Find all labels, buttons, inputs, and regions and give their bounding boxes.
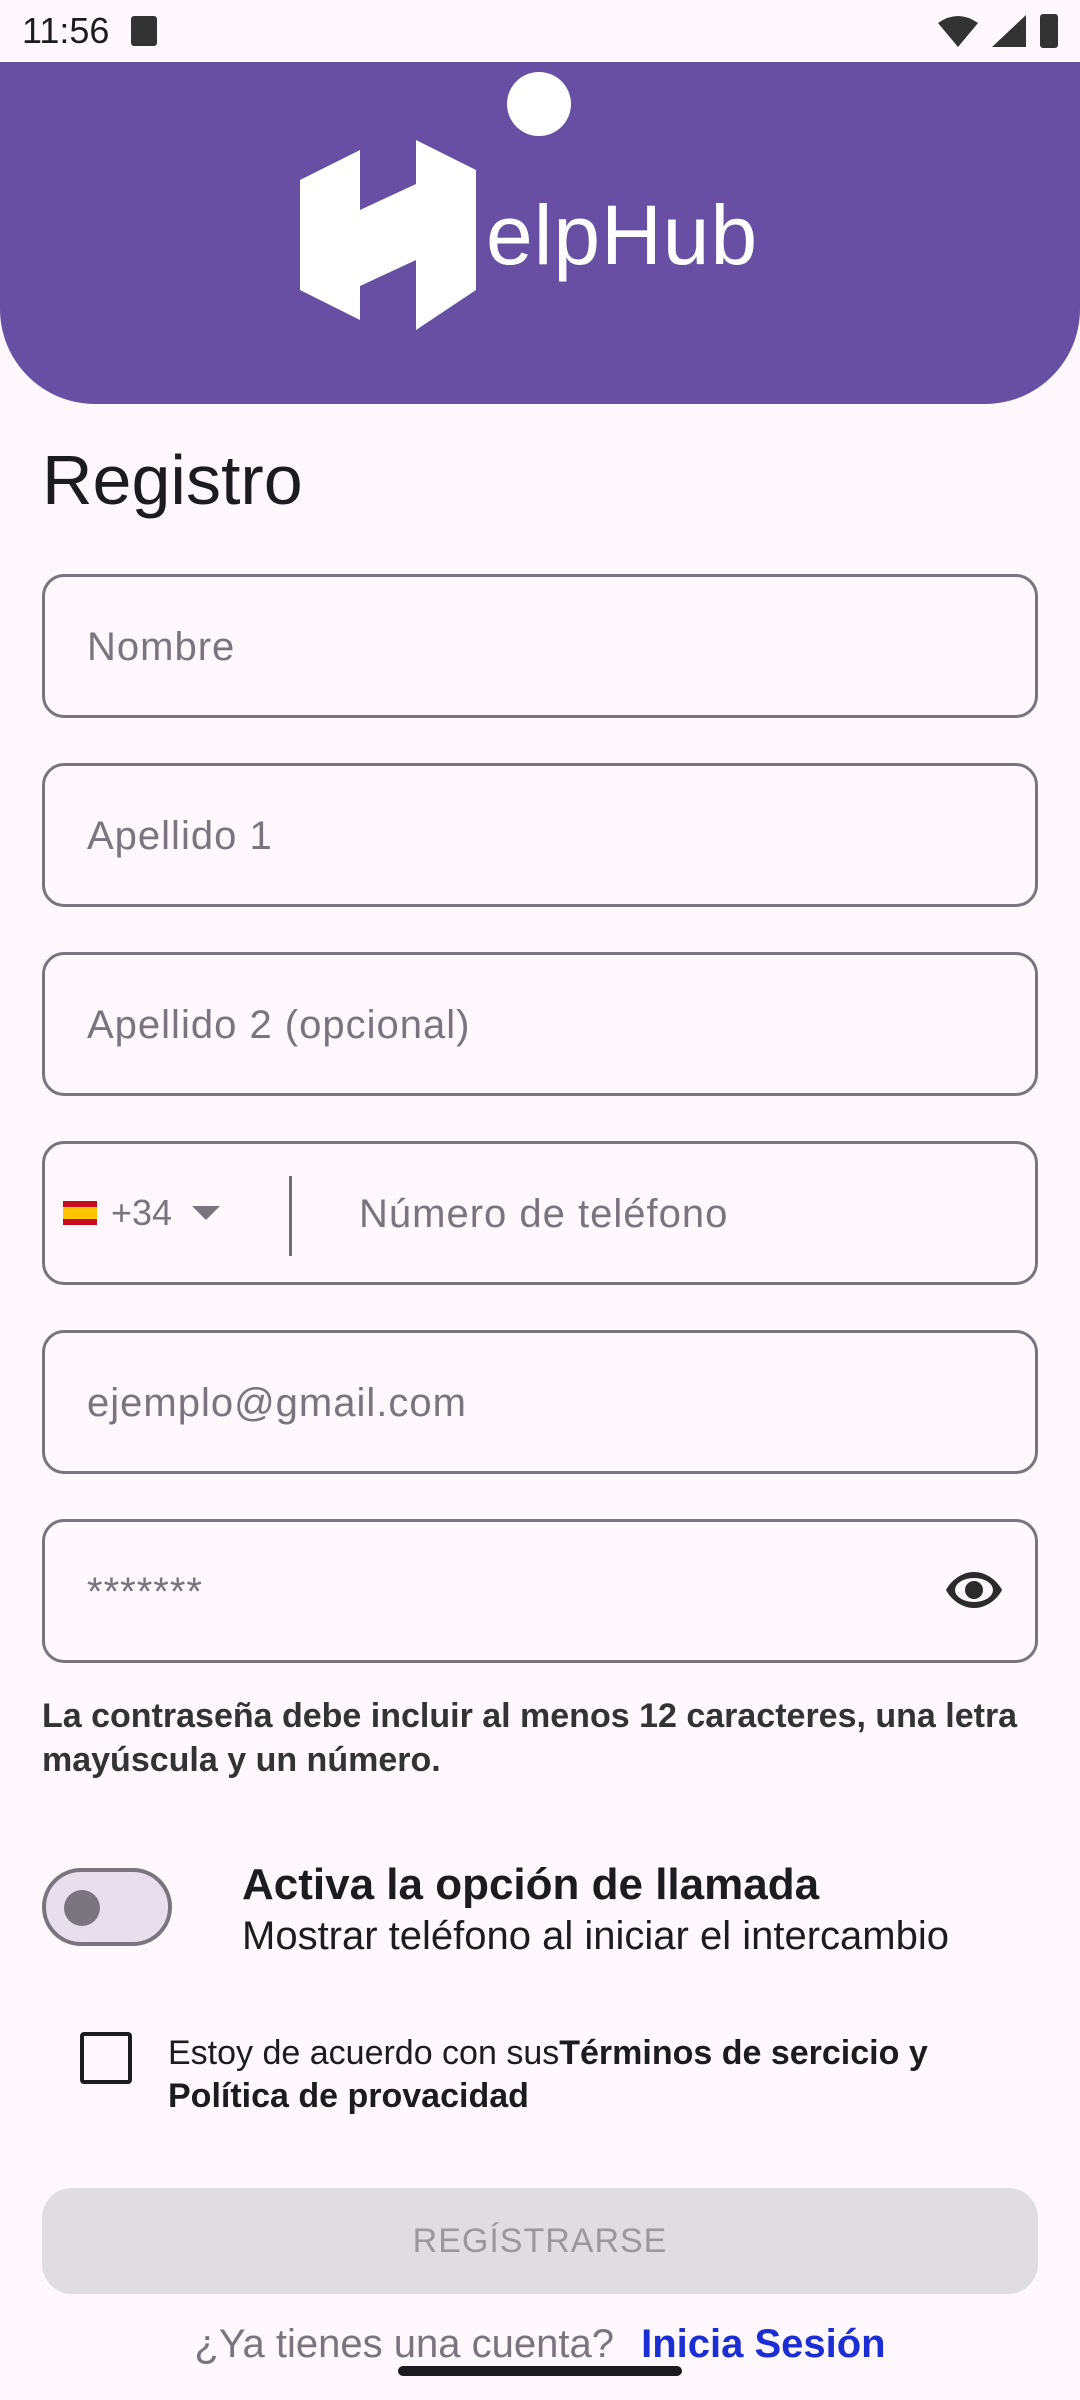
wifi-icon xyxy=(938,16,978,47)
signal-icon xyxy=(992,15,1026,47)
call-option-switch[interactable] xyxy=(42,1868,172,1946)
call-option-subtitle: Mostrar teléfono al iniciar el intercamb… xyxy=(242,1914,949,1958)
status-bar: 11:56 xyxy=(0,0,1080,62)
password-input[interactable] xyxy=(85,1522,949,1662)
login-link[interactable]: Inicia Sesión xyxy=(641,2322,886,2366)
password-hint: La contraseña debe incluir al menos 12 c… xyxy=(42,1697,1018,1779)
eye-icon[interactable] xyxy=(945,1568,1003,1612)
terms-prefix: Estoy de acuerdo con sus xyxy=(168,2034,560,2072)
call-option-title: Activa la opción de llamada xyxy=(242,1860,820,1909)
register-button[interactable]: REGÍSTRARSE xyxy=(42,2188,1038,2294)
logo-text: elpHub xyxy=(486,187,759,282)
page-title: Registro xyxy=(42,441,303,519)
spain-flag-icon xyxy=(63,1201,97,1225)
switch-knob xyxy=(64,1890,100,1926)
camera-cutout xyxy=(507,72,571,136)
login-prompt: ¿Ya tienes una cuenta? Inicia Sesión xyxy=(0,2322,1080,2367)
country-dial-code: +34 xyxy=(111,1192,173,1233)
country-code-picker[interactable]: +34 xyxy=(63,1144,221,1282)
password-field xyxy=(42,1519,1038,1663)
last-name-2-input[interactable] xyxy=(85,955,949,1095)
first-name-input[interactable] xyxy=(85,577,949,717)
gesture-nav-bar[interactable] xyxy=(398,2366,682,2376)
last-name-1-input[interactable] xyxy=(85,766,949,906)
first-name-field xyxy=(42,574,1038,718)
email-input[interactable] xyxy=(85,1333,949,1473)
app-header: elpHub xyxy=(0,62,1080,404)
battery-icon xyxy=(1040,14,1058,48)
logo-h-icon xyxy=(300,140,476,330)
email-field xyxy=(42,1330,1038,1474)
phone-number-input[interactable] xyxy=(357,1144,1001,1284)
login-question: ¿Ya tienes una cuenta? xyxy=(194,2322,614,2366)
sd-card-icon xyxy=(131,16,158,46)
terms-checkbox[interactable] xyxy=(80,2032,132,2084)
last-name-1-field xyxy=(42,763,1038,907)
chevron-down-icon xyxy=(192,1206,221,1220)
status-icons xyxy=(938,14,1058,48)
status-time: 11:56 xyxy=(22,10,110,51)
last-name-2-field xyxy=(42,952,1038,1096)
phone-divider xyxy=(289,1176,292,1256)
phone-field: +34 xyxy=(42,1141,1038,1285)
helphub-logo: elpHub xyxy=(300,140,758,330)
terms-text: Estoy de acuerdo con susTérminos de serc… xyxy=(168,2032,1008,2118)
